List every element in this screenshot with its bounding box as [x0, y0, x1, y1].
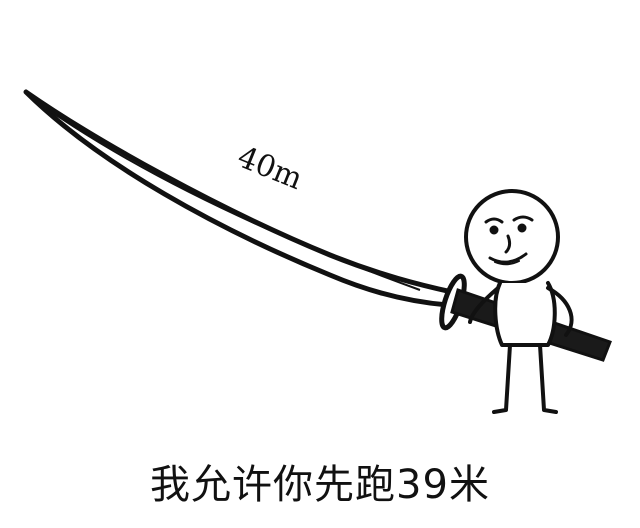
sword-blade	[23, 89, 455, 308]
figure-leg-left	[492, 343, 512, 414]
figure-head	[464, 189, 560, 285]
sword-blade-edge	[39, 103, 421, 291]
stick-figure	[464, 189, 574, 414]
meme-caption: 我允许你先跑39米	[150, 462, 490, 508]
meme-illustration: 40m	[23, 89, 612, 414]
figure-body	[493, 281, 557, 347]
sword-length-label: 40m	[232, 140, 307, 197]
figure-leg-right	[538, 343, 558, 414]
